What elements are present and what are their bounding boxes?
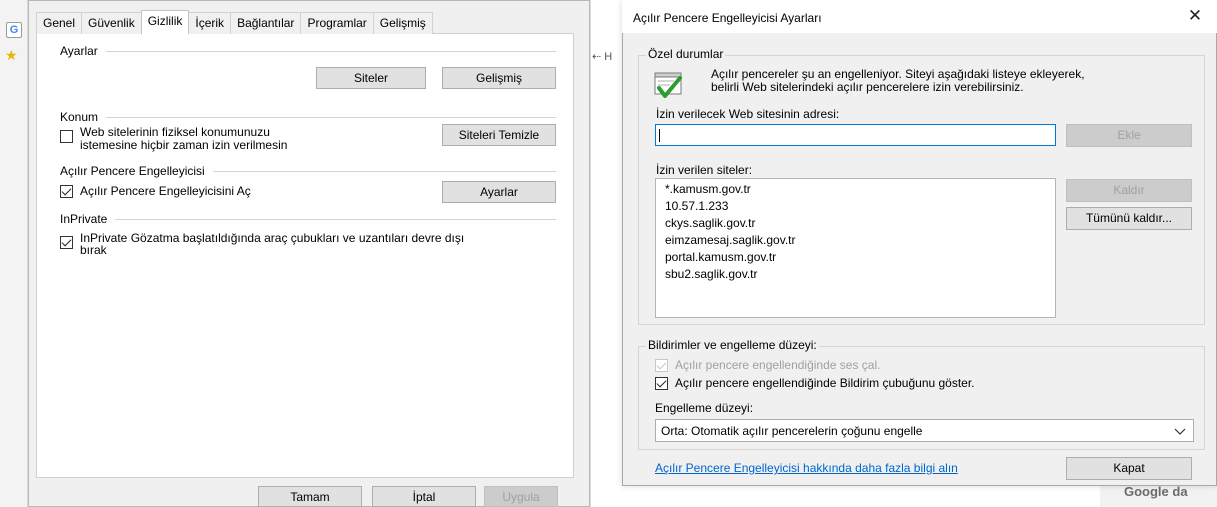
close-icon[interactable]: ✕ bbox=[1180, 4, 1210, 28]
tab-content[interactable]: İçerik bbox=[188, 12, 232, 34]
cancel-button[interactable]: İptal bbox=[372, 486, 476, 507]
turn-on-popup-blocker-checkbox[interactable] bbox=[60, 185, 73, 198]
inprivate-checkbox-label-line1: InPrivate Gözatma başlatıldığında araç ç… bbox=[80, 231, 465, 245]
tab-general[interactable]: Genel bbox=[36, 12, 83, 34]
list-item[interactable]: ckys.saglik.gov.tr bbox=[665, 215, 755, 232]
location-checkbox-label-line2: istemesine hiçbir zaman izin verilmesin bbox=[80, 138, 288, 152]
learn-more-link[interactable]: Açılır Pencere Engelleyicisi hakkında da… bbox=[655, 461, 958, 475]
blocking-level-select[interactable]: Orta: Otomatik açılır pencerelerin çoğun… bbox=[655, 419, 1194, 442]
clear-sites-button[interactable]: Siteleri Temizle bbox=[442, 124, 556, 146]
favorites-star-icon[interactable]: ★ bbox=[5, 48, 18, 62]
browser-partial-text: ⇠ H bbox=[592, 51, 613, 63]
privacy-tab-panel bbox=[36, 33, 574, 478]
popup-blocked-info-icon bbox=[654, 70, 684, 100]
blocking-level-label: Engelleme düzeyi: bbox=[655, 401, 754, 415]
exceptions-group-title: Özel durumlar bbox=[646, 47, 726, 61]
list-item[interactable]: eimzamesaj.saglik.gov.tr bbox=[665, 232, 796, 249]
google-favicon-icon: G bbox=[6, 22, 22, 38]
settings-group-title: Ayarlar bbox=[60, 44, 106, 58]
popup-group-title: Açılır Pencere Engelleyicisi bbox=[60, 164, 213, 178]
tab-privacy[interactable]: Gizlilik bbox=[140, 10, 190, 34]
list-item[interactable]: sbu2.saglik.gov.tr bbox=[665, 266, 758, 283]
ok-button[interactable]: Tamam bbox=[258, 486, 362, 507]
exceptions-info-line2: belirli Web sitelerindeki açılır pencere… bbox=[711, 80, 1024, 94]
browser-side-strip bbox=[0, 0, 28, 507]
notifications-group-title: Bildirimler ve engelleme düzeyi: bbox=[646, 338, 819, 352]
blocking-level-value: Orta: Otomatik açılır pencerelerin çoğun… bbox=[661, 424, 923, 438]
tab-connections[interactable]: Bağlantılar bbox=[230, 12, 302, 34]
popup-settings-button[interactable]: Ayarlar bbox=[442, 181, 556, 203]
play-sound-label: Açılır pencere engellendiğinde ses çal. bbox=[675, 358, 881, 372]
disable-toolbars-inprivate-checkbox[interactable] bbox=[60, 236, 73, 249]
play-sound-checkbox[interactable] bbox=[655, 359, 668, 372]
inprivate-group-line bbox=[60, 219, 556, 220]
text-caret bbox=[659, 129, 660, 142]
allowed-sites-label: İzin verilen siteler: bbox=[656, 163, 753, 177]
advanced-settings-button[interactable]: Gelişmiş bbox=[442, 67, 556, 89]
remove-site-button[interactable]: Kaldır bbox=[1066, 179, 1192, 202]
address-input[interactable] bbox=[655, 124, 1056, 146]
apply-button[interactable]: Uygula bbox=[484, 486, 558, 507]
dialog-title: Açılır Pencere Engelleyicisi Ayarları bbox=[633, 11, 822, 25]
never-allow-location-checkbox[interactable] bbox=[60, 130, 73, 143]
chevron-down-icon bbox=[1172, 423, 1188, 439]
inprivate-group-title: InPrivate bbox=[60, 212, 116, 226]
allowed-sites-list[interactable]: *.kamusm.gov.tr 10.57.1.233 ckys.saglik.… bbox=[655, 178, 1056, 318]
location-group-line bbox=[60, 117, 556, 118]
inprivate-checkbox-label-line2: bırak bbox=[80, 243, 107, 257]
address-label: İzin verilecek Web sitesinin adresi: bbox=[656, 107, 840, 121]
sites-button[interactable]: Siteler bbox=[316, 67, 426, 89]
add-site-button[interactable]: Ekle bbox=[1066, 124, 1192, 147]
list-item[interactable]: 10.57.1.233 bbox=[665, 198, 728, 215]
settings-group-line bbox=[60, 51, 556, 52]
google-search-button-text[interactable]: Google da bbox=[1124, 484, 1188, 499]
browser-content-gap bbox=[590, 0, 622, 507]
remove-all-sites-button[interactable]: Tümünü kaldır... bbox=[1066, 207, 1192, 230]
list-item[interactable]: portal.kamusm.gov.tr bbox=[665, 249, 776, 266]
close-button[interactable]: Kapat bbox=[1066, 457, 1192, 480]
tab-security[interactable]: Güvenlik bbox=[81, 12, 142, 34]
options-tab-strip: Genel Güvenlik Gizlilik İçerik Bağlantıl… bbox=[36, 10, 433, 34]
tab-programs[interactable]: Programlar bbox=[300, 12, 374, 34]
popup-blocker-checkbox-label: Açılır Pencere Engelleyicisini Aç bbox=[80, 184, 251, 198]
tab-advanced[interactable]: Gelişmiş bbox=[372, 12, 433, 34]
show-notification-bar-label: Açılır pencere engellendiğinde Bildirim … bbox=[675, 376, 975, 390]
show-notification-bar-checkbox[interactable] bbox=[655, 377, 668, 390]
location-group-title: Konum bbox=[60, 110, 107, 124]
list-item[interactable]: *.kamusm.gov.tr bbox=[665, 181, 751, 198]
